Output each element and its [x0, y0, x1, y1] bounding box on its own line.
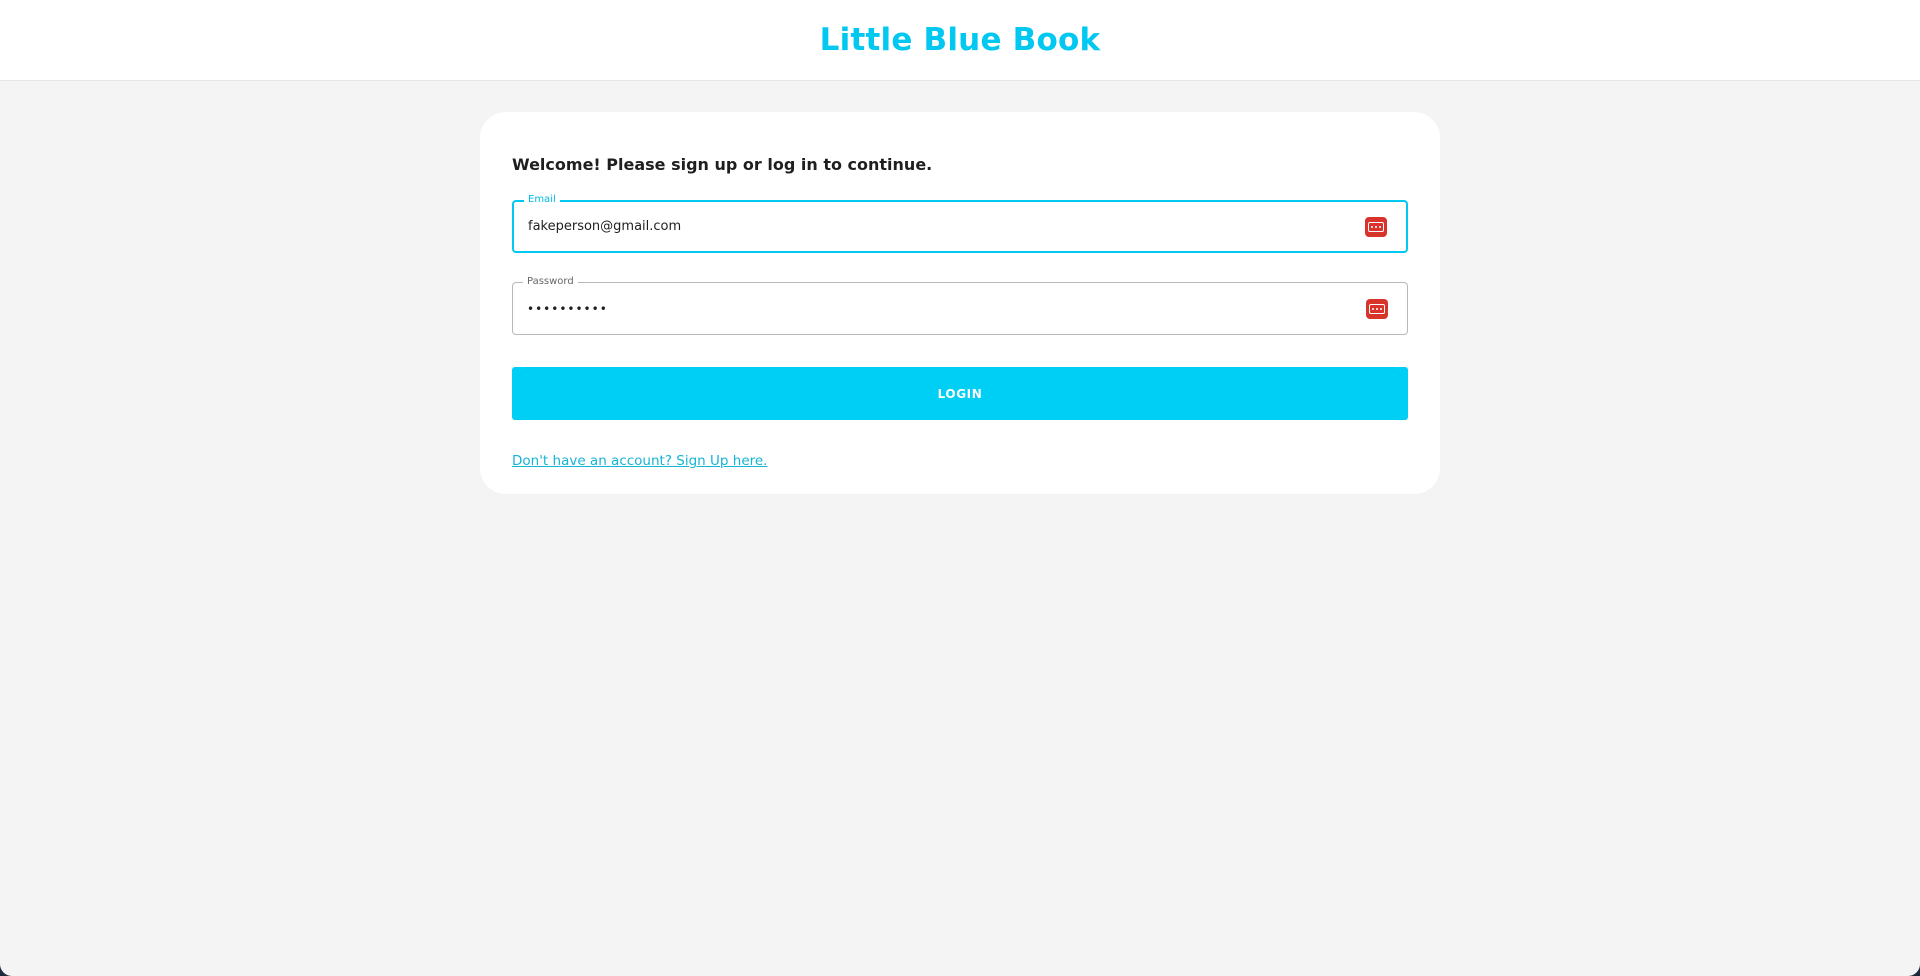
- login-button[interactable]: LOGIN: [512, 367, 1408, 420]
- password-manager-glyph: [1368, 221, 1384, 232]
- password-manager-glyph: [1369, 303, 1385, 314]
- brand-title: Little Blue Book: [819, 22, 1101, 58]
- password-label: Password: [523, 275, 578, 289]
- password-manager-icon[interactable]: [1366, 298, 1388, 319]
- signup-link[interactable]: Don't have an account? Sign Up here.: [512, 453, 767, 469]
- password-manager-icon[interactable]: [1365, 216, 1387, 237]
- app-header: Little Blue Book: [0, 0, 1920, 81]
- welcome-message: Welcome! Please sign up or log in to con…: [512, 155, 933, 174]
- email-label: Email: [524, 193, 560, 207]
- app-viewport: Little Blue Book Welcome! Please sign up…: [0, 0, 1920, 976]
- login-card: Welcome! Please sign up or log in to con…: [480, 112, 1440, 494]
- email-input[interactable]: [528, 219, 1365, 234]
- password-field[interactable]: Password: [512, 275, 1408, 335]
- email-field[interactable]: Email: [512, 193, 1408, 253]
- password-input[interactable]: [527, 301, 1366, 316]
